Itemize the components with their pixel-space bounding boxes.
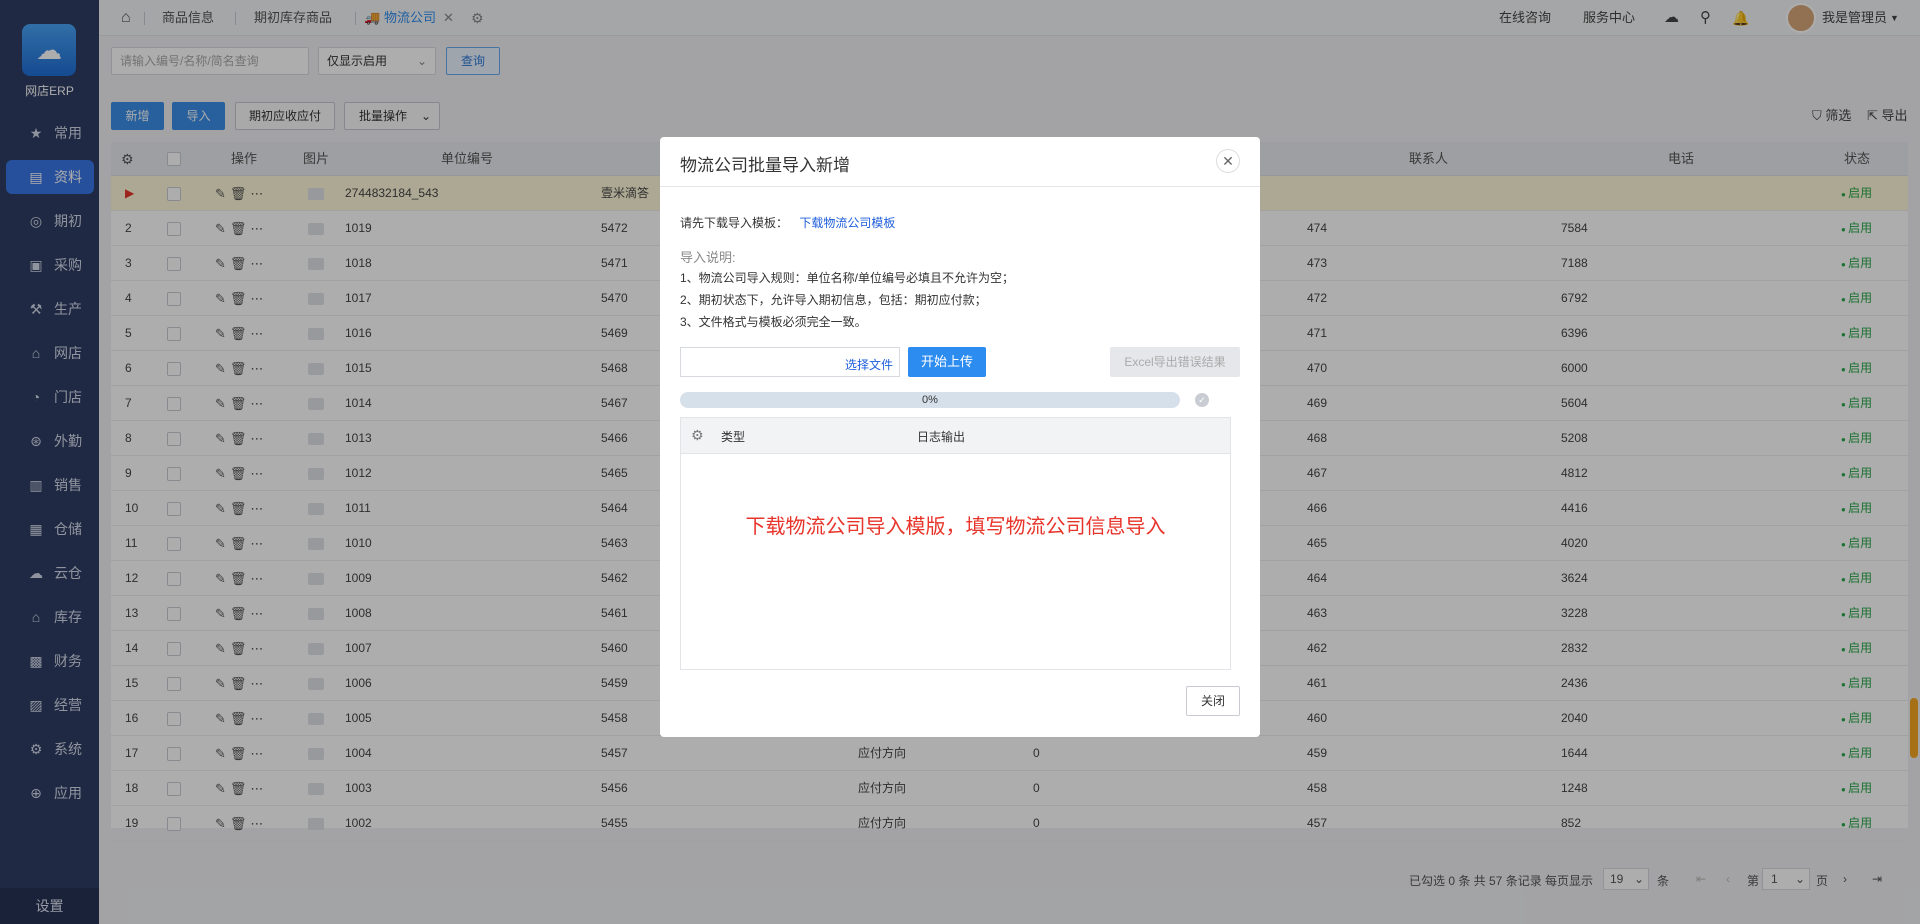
upload-progress-bar: 0% bbox=[680, 392, 1180, 408]
annotation-text: 下载物流公司导入模版，填写物流公司信息导入 bbox=[745, 516, 1166, 538]
progress-text: 0% bbox=[922, 394, 938, 406]
log-col-type: 类型 bbox=[721, 430, 746, 444]
excel-export-errors-button[interactable]: Excel导出错误结果 bbox=[1110, 347, 1240, 377]
dialog-title: 物流公司批量导入新增 bbox=[680, 156, 850, 175]
note-2: 2、期初状态下，允许导入期初信息，包括：期初应付款； bbox=[680, 293, 987, 307]
close-icon[interactable]: ✕ bbox=[1216, 149, 1240, 173]
note-3: 3、文件格式与模板必须完全一致。 bbox=[680, 315, 867, 329]
log-settings-icon[interactable]: ⚙ bbox=[691, 427, 704, 444]
import-dialog: 物流公司批量导入新增 ✕ 请先下载导入模板： 下载物流公司模板 导入说明: 1、… bbox=[660, 137, 1260, 737]
note-1: 1、物流公司导入规则：单位名称/单位编号必填且不允许为空； bbox=[680, 271, 1015, 285]
choose-file-button[interactable]: 选择文件 bbox=[845, 356, 893, 373]
download-row: 请先下载导入模板： 下载物流公司模板 bbox=[680, 214, 895, 231]
close-button[interactable]: 关闭 bbox=[1186, 686, 1240, 716]
log-col-output: 日志输出 bbox=[917, 430, 966, 444]
download-prompt: 请先下载导入模板： bbox=[680, 216, 789, 230]
check-icon: ✓ bbox=[1195, 393, 1209, 407]
download-template-link[interactable]: 下载物流公司模板 bbox=[799, 216, 895, 230]
notes-title: 导入说明: bbox=[680, 250, 736, 265]
file-input[interactable]: 选择文件 bbox=[680, 347, 900, 377]
start-upload-button[interactable]: 开始上传 bbox=[908, 347, 986, 377]
log-header: ⚙ 类型 日志输出 bbox=[681, 418, 1230, 454]
log-table: ⚙ 类型 日志输出 下载物流公司导入模版，填写物流公司信息导入 bbox=[680, 417, 1231, 670]
